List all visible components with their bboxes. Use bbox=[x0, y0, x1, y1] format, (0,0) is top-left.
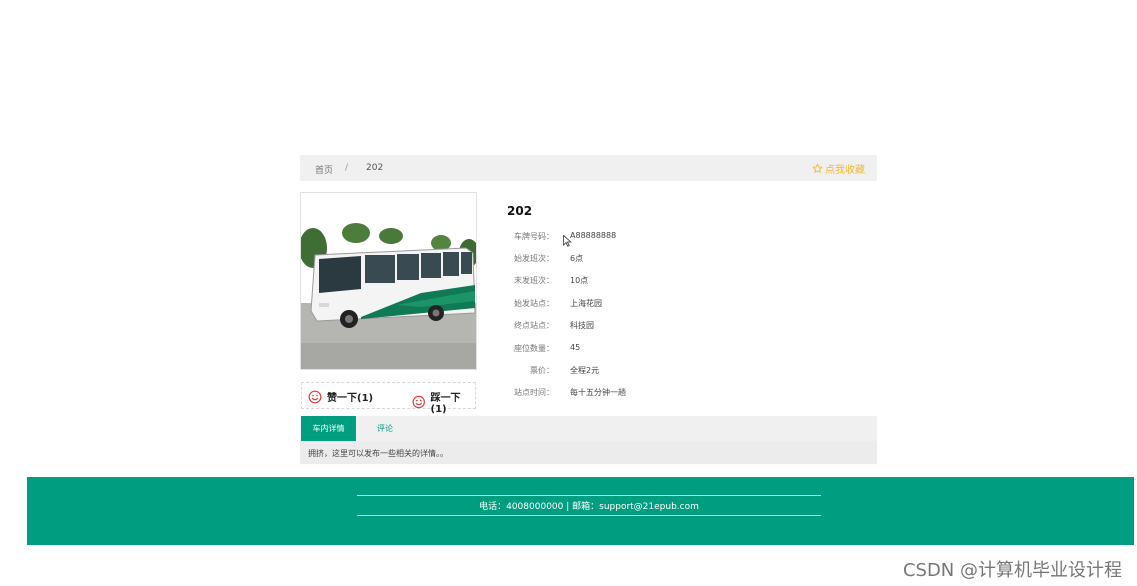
info-label: 末发班次： bbox=[514, 276, 554, 285]
footer-contact: 电话：4008000000 | 邮箱：support@21epub.com bbox=[479, 502, 699, 512]
tab-bar: 车内详情 评论 bbox=[300, 416, 877, 441]
info-label: 票价： bbox=[530, 366, 554, 375]
info-label: 始发站点： bbox=[514, 299, 554, 308]
watermark: CSDN @计算机毕业设计程 bbox=[902, 560, 1122, 581]
breadcrumb-separator: / bbox=[345, 163, 349, 173]
footer-divider-bottom bbox=[357, 515, 821, 516]
like-button[interactable]: 赞一下(1) bbox=[308, 389, 373, 404]
footer: 电话：4008000000 | 邮箱：support@21epub.com bbox=[27, 477, 1134, 545]
info-value: 科技园 bbox=[570, 321, 594, 330]
dislike-button[interactable]: 踩一下(1) bbox=[412, 389, 475, 415]
info-value: 全程2元 bbox=[570, 366, 600, 375]
info-value: 6点 bbox=[570, 254, 584, 263]
favorite-button[interactable]: 点我收藏 bbox=[812, 161, 865, 176]
info-value: 45 bbox=[570, 343, 581, 352]
tab-content: 拥挤，这里可以发布一些相关的详情。。 bbox=[300, 441, 877, 464]
smiley-icon bbox=[412, 395, 425, 409]
info-label: 终点站点： bbox=[514, 321, 554, 330]
dislike-label: 踩一下(1) bbox=[430, 393, 461, 415]
breadcrumb-home-link[interactable]: 首页 bbox=[315, 163, 333, 176]
info-label: 车牌号码： bbox=[514, 232, 554, 241]
star-outline-icon bbox=[812, 163, 823, 173]
route-title: 202 bbox=[507, 204, 533, 218]
info-value: 上海花园 bbox=[570, 299, 602, 308]
bus-image bbox=[301, 193, 476, 369]
favorite-label: 点我收藏 bbox=[825, 165, 865, 176]
info-value: 每十五分钟一趟 bbox=[570, 388, 626, 397]
footer-divider-top bbox=[357, 495, 821, 496]
smiley-icon bbox=[308, 390, 322, 403]
tab-vehicle-details[interactable]: 车内详情 bbox=[301, 416, 356, 441]
bus-photo bbox=[300, 192, 477, 370]
tab-comments[interactable]: 评论 bbox=[362, 416, 408, 441]
info-label: 站点时间： bbox=[514, 388, 554, 397]
info-label: 座位数量： bbox=[514, 344, 554, 353]
like-label: 赞一下(1) bbox=[327, 393, 374, 404]
info-value: 10点 bbox=[570, 276, 589, 285]
breadcrumb: 首页 / 202 点我收藏 bbox=[300, 155, 877, 181]
vote-box: 赞一下(1) 踩一下(1) bbox=[301, 382, 476, 415]
info-label: 始发班次： bbox=[514, 254, 554, 263]
breadcrumb-current: 202 bbox=[366, 163, 384, 173]
mouse-cursor-icon bbox=[563, 235, 572, 247]
info-value: A88888888 bbox=[570, 231, 617, 240]
